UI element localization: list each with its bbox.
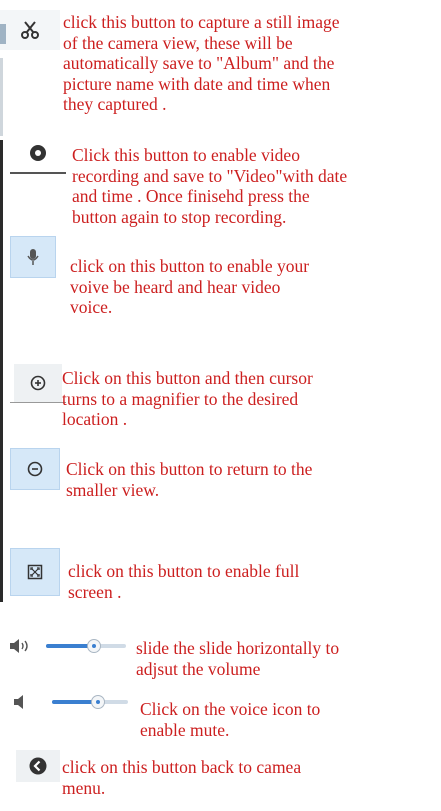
mute-slider-thumb[interactable]	[91, 695, 105, 709]
zoom-in-button[interactable]	[14, 364, 62, 402]
record-icon	[30, 145, 46, 161]
zoom-out-button[interactable]	[10, 448, 60, 490]
microphone-icon	[27, 249, 39, 265]
frame-edge-top	[0, 58, 3, 136]
volume-description: slide the slide horizontally to adjsut t…	[136, 638, 340, 679]
microphone-description: click on this button to enable your voiv…	[70, 256, 310, 317]
fullscreen-button[interactable]	[10, 548, 60, 596]
record-description: Click this button to enable video record…	[72, 145, 348, 227]
record-button[interactable]	[12, 134, 64, 172]
capture-button[interactable]	[0, 10, 60, 50]
capture-button-edge	[0, 24, 6, 44]
zoom-in-underline	[10, 402, 66, 403]
zoom-out-icon	[27, 461, 43, 477]
record-button-underline	[10, 172, 66, 174]
capture-description: click this button to capture a still ima…	[63, 12, 340, 114]
zoom-out-description: Click on this button to return to the sm…	[66, 459, 313, 500]
back-description: click on this button back to camea menu.	[62, 757, 302, 798]
scissors-icon	[21, 21, 39, 39]
microphone-button[interactable]	[10, 236, 56, 278]
fullscreen-description: click on this button to enable full scre…	[68, 561, 300, 602]
frame-edge	[0, 140, 3, 602]
speaker-icon[interactable]	[8, 638, 34, 654]
fullscreen-icon	[27, 564, 43, 580]
zoom-in-icon	[30, 375, 46, 391]
back-button[interactable]	[16, 750, 60, 782]
back-arrow-icon	[29, 757, 47, 775]
speaker-mute-icon[interactable]	[12, 694, 26, 710]
mute-control	[0, 684, 132, 720]
volume-control	[0, 628, 132, 664]
mute-description: Click on the voice icon to enable mute.	[140, 699, 321, 740]
zoom-in-description: Click on this button and then cursor tur…	[62, 368, 313, 429]
volume-slider-thumb[interactable]	[87, 639, 101, 653]
